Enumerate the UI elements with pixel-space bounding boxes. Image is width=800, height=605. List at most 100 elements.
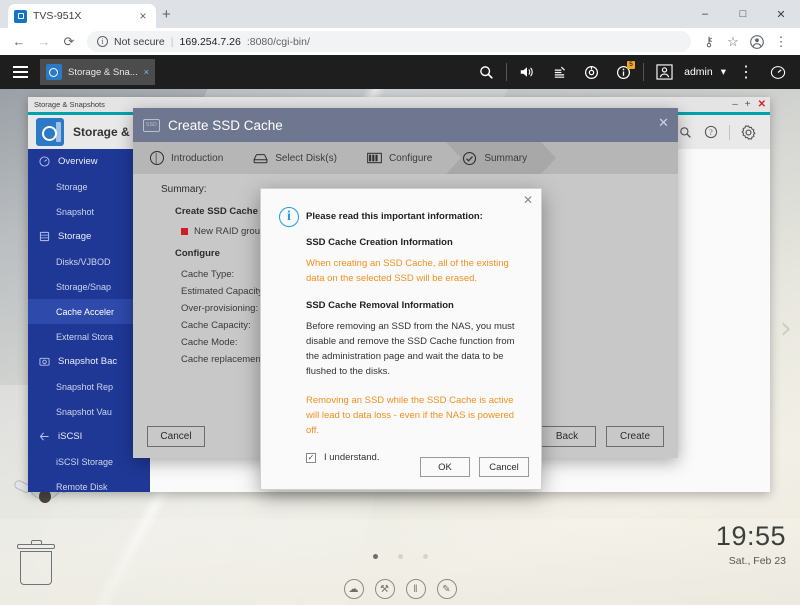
sidebar-item-disks-vjbod[interactable]: Disks/VJBOD [28,249,150,274]
sidebar-item-overview-snapshot[interactable]: Snapshot [28,199,150,224]
sidebar-label-snapshot-replica: Snapshot Rep [56,381,114,392]
wizard-step-label-configure: Configure [388,152,433,164]
password-key-icon[interactable]: ⚷ [698,31,720,53]
external-device-icon[interactable] [575,55,607,89]
browser-close-button[interactable]: ✕ [762,0,800,28]
removal-info-warning: Removing an SSD while the SSD Cache is a… [306,395,515,436]
edit-icon[interactable]: ✎ [436,579,457,599]
admin-menu-label[interactable]: admin [680,66,717,78]
next-page-chevron-icon[interactable]: › [780,314,792,344]
wizard-back-button[interactable]: Back [538,425,596,447]
app-help-icon[interactable]: ? [699,120,723,144]
desktop-dock: ☁ ⚒ ‖ ✎ [0,579,800,599]
app-maximize-button[interactable]: + [745,99,751,110]
sidebar-label-remote-disk: Remote Disk [56,481,108,492]
tab-close-icon[interactable]: × [136,10,150,22]
sidebar-label-cache-acceleration: Cache Acceler [56,306,115,317]
browser-maximize-button[interactable]: □ [724,0,762,28]
browser-minimize-button[interactable]: – [686,0,724,28]
arrow-left-icon [38,430,51,443]
user-avatar-icon[interactable] [648,55,680,89]
qts-open-app-tab[interactable]: Storage & Sna... × [40,59,155,85]
topbar-overflow-icon[interactable]: ⋮ [730,55,762,89]
new-tab-button[interactable]: + [162,7,171,22]
monitor-icon[interactable]: ‖ [405,579,426,599]
sidebar-item-iscsi[interactable]: iSCSI [28,424,150,449]
creation-info-warning: When creating an SSD Cache, all of the e… [306,258,509,284]
chevron-down-icon[interactable]: ▾ [717,66,730,78]
gauge-icon [38,155,51,168]
wizard-step-select-disks[interactable]: Select Disk(s) [237,142,366,174]
dialog-heading: Please read this important information: [306,211,483,222]
sidebar-item-storage[interactable]: Storage [28,224,150,249]
page-dot-2[interactable] [397,554,403,559]
topbar-divider [506,63,508,81]
forward-icon[interactable]: → [33,31,55,53]
topbar-divider-2 [643,63,645,81]
dashboard-icon[interactable] [762,55,794,89]
qts-topbar-right: 5 admin ▾ ⋮ [470,55,800,89]
wizard-step-label-summary: Summary [484,152,528,164]
chrome-menu-icon[interactable]: ⋮ [770,31,792,53]
wizard-create-button[interactable]: Create [606,425,664,447]
summary-new-raid-group-label: New RAID group: [194,226,268,237]
sidebar-item-remote-disk[interactable]: Remote Disk [28,474,150,492]
app-minimize-button[interactable]: – [732,99,738,110]
notification-count-badge: 5 [627,61,636,69]
page-dot-1[interactable] [372,554,378,559]
sidebar-item-external-storage[interactable]: External Stora [28,324,150,349]
address-bar[interactable]: i Not secure | 169.254.7.26:8080/cgi-bin… [87,31,691,52]
qts-tab-close-icon[interactable]: × [144,67,149,77]
search-icon[interactable] [470,55,502,89]
main-menu-icon[interactable] [0,55,40,89]
sidebar-item-snapshot-backup[interactable]: Snapshot Bac [28,349,150,374]
sidebar-item-snapshot-replica[interactable]: Snapshot Rep [28,374,150,399]
back-icon[interactable]: ← [8,31,30,53]
desktop-page-dots [0,554,800,559]
summary-field-estimated-capacity: Estimated Capacity: [181,286,266,297]
browser-navbar: ← → ⟳ i Not secure | 169.254.7.26:8080/c… [0,28,800,55]
summary-field-cache-type: Cache Type: [181,269,235,280]
volume-icon[interactable] [511,55,543,89]
wizard-step-introduction[interactable]: │ Introduction [133,142,253,174]
sidebar-label-overview: Overview [58,156,98,167]
browser-titlebar: TVS-951X × + – □ ✕ [0,0,800,28]
browser-tab[interactable]: TVS-951X × [8,4,156,28]
sidebar-item-snapshot-vault[interactable]: Snapshot Vau [28,399,150,424]
app-close-button[interactable]: ✕ [758,99,766,110]
wizard-step-bar: │ Introduction Select Disk(s) Configure … [133,142,678,174]
reload-icon[interactable]: ⟳ [58,31,80,53]
sidebar-item-overview-storage[interactable]: Storage [28,174,150,199]
summary-field-cache-mode: Cache Mode: [181,337,238,348]
sidebar-item-storage-snapshots[interactable]: Storage/Snap [28,274,150,299]
browser-toolbar-right: ⚷ ☆ ⋮ [698,31,792,53]
sidebar-item-cache-acceleration[interactable]: Cache Acceler [28,299,150,324]
background-tasks-icon[interactable] [543,55,575,89]
notifications-icon[interactable]: 5 [607,55,639,89]
dialog-close-icon[interactable]: ✕ [523,194,533,206]
app-settings-gear-icon[interactable] [736,120,760,144]
tools-icon[interactable]: ⚒ [374,579,395,599]
sidebar-item-iscsi-storage[interactable]: iSCSI Storage [28,449,150,474]
app-titlebar-text: Storage & Snapshots [34,100,105,109]
profile-avatar-icon[interactable] [746,31,768,53]
not-secure-icon: i [97,36,108,47]
dialog-cancel-button[interactable]: Cancel [479,457,529,477]
i-understand-checkbox[interactable]: ✓ [306,452,316,463]
qts-tab-label: Storage & Sna... [68,66,138,78]
svg-text:?: ? [709,128,713,137]
check-circle-icon [462,151,477,166]
wizard-cancel-button[interactable]: Cancel [147,425,205,447]
sidebar-label-overview-storage: Storage [56,181,88,192]
wizard-titlebar: SSD Create SSD Cache ✕ [133,108,678,142]
page-dot-3[interactable] [422,554,428,559]
dialog-ok-button[interactable]: OK [420,457,470,477]
cloud-icon[interactable]: ☁ [343,579,364,599]
removal-info-title: SSD Cache Removal Information [306,300,454,311]
wizard-close-icon[interactable]: ✕ [658,116,669,129]
bookmark-star-icon[interactable]: ☆ [722,31,744,53]
sidebar-label-external-storage: External Stora [56,331,114,342]
summary-new-raid-group: New RAID group: [181,226,268,237]
sidebar-label-iscsi-storage: iSCSI Storage [56,456,114,467]
sidebar-item-overview[interactable]: Overview [28,149,150,174]
